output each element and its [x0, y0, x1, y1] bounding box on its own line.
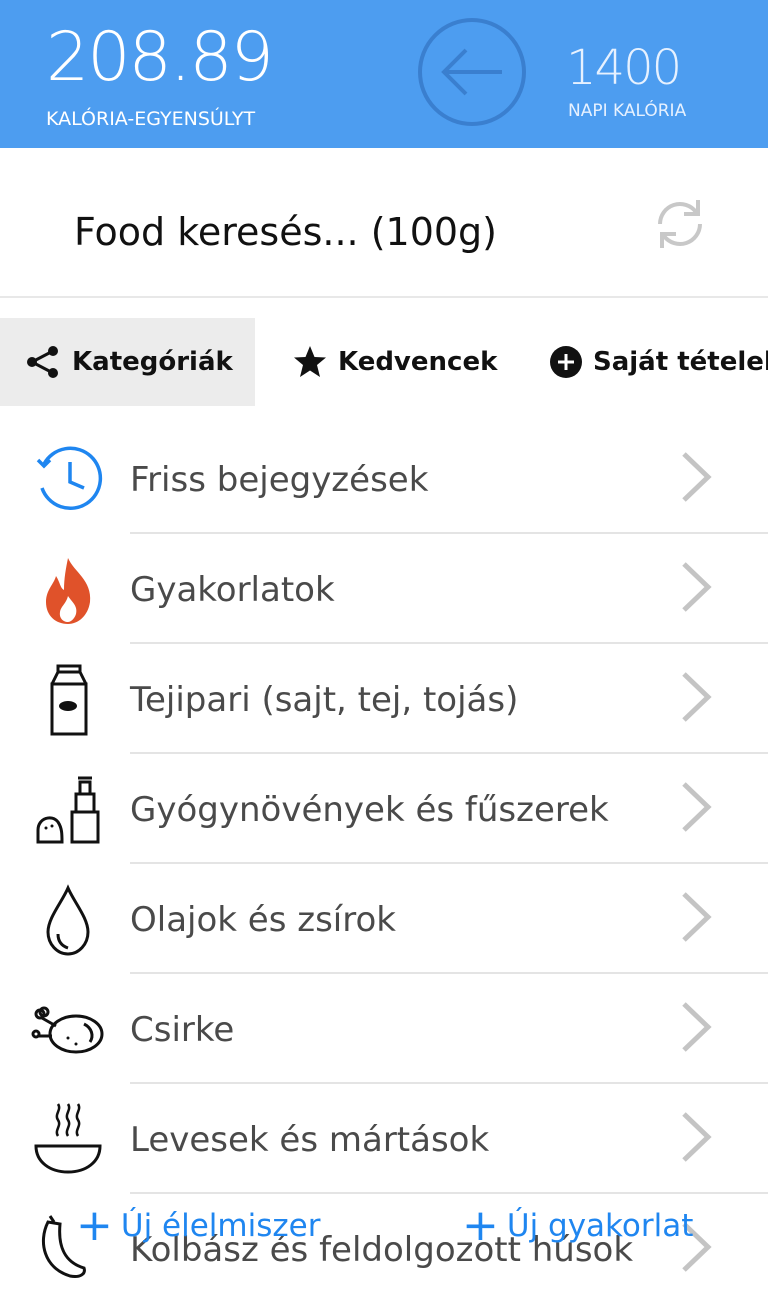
bottom-action-bar: + Új élelmiszer + Új gyakorlat [0, 1196, 768, 1280]
new-food-button[interactable]: + Új élelmiszer [76, 1204, 320, 1248]
category-label: Friss bejegyzések [130, 460, 429, 500]
chevron-right-icon [682, 892, 712, 942]
refresh-icon [658, 200, 702, 248]
category-label: Levesek és mártások [130, 1120, 490, 1160]
calorie-balance-value: 208.89 [46, 18, 274, 97]
chevron-right-icon [682, 452, 712, 502]
tab-categories[interactable]: Kategóriák [0, 318, 255, 406]
category-label: Csirke [130, 1010, 235, 1050]
tab-favorites-label: Kedvencek [338, 347, 498, 377]
history-clock-icon [36, 446, 103, 511]
milk-carton-icon [50, 664, 88, 736]
plus-icon: + [462, 1200, 499, 1251]
star-icon [292, 344, 328, 380]
chevron-right-icon [682, 782, 712, 832]
refresh-button[interactable] [650, 194, 710, 254]
share-icon [24, 343, 62, 381]
chevron-right-icon [682, 672, 712, 722]
chevron-right-icon [682, 1112, 712, 1162]
tab-own-items-label: Saját tételek [593, 347, 768, 377]
new-food-label: Új élelmiszer [120, 1208, 321, 1244]
category-label: Gyakorlatok [130, 570, 335, 610]
category-label: Olajok és zsírok [130, 900, 396, 940]
soup-bowl-icon [34, 1103, 102, 1174]
category-item-exercises[interactable]: Gyakorlatok [0, 534, 768, 644]
flame-icon [46, 558, 91, 624]
category-item-oils-fats[interactable]: Olajok és zsírok [0, 864, 768, 974]
salt-pepper-icon [36, 776, 100, 844]
new-exercise-label: Új gyakorlat [506, 1208, 694, 1244]
plus-icon: + [76, 1200, 113, 1251]
category-item-dairy[interactable]: Tejipari (sajt, tej, tojás) [0, 644, 768, 754]
category-label: Tejipari (sajt, tej, tojás) [130, 680, 519, 720]
category-item-herbs-spices[interactable]: Gyógynövények és fűszerek [0, 754, 768, 864]
food-search-input[interactable]: Food keresés... (100g) [74, 210, 497, 254]
category-label: Gyógynövények és fűszerek [130, 790, 609, 830]
category-item-recent[interactable]: Friss bejegyzések [0, 424, 768, 534]
chevron-right-icon [682, 1002, 712, 1052]
calorie-header: 208.89 KALÓRIA-EGYENSÚLYT 1400 NAPI KALÓ… [0, 0, 768, 148]
category-item-soups-sauces[interactable]: Levesek és mártások [0, 1084, 768, 1194]
tab-categories-label: Kategóriák [72, 347, 233, 377]
oil-drop-icon [46, 884, 90, 956]
roast-chicken-icon [31, 1006, 104, 1054]
arrow-left-icon [418, 18, 526, 126]
tab-favorites[interactable]: Kedvencek [292, 318, 497, 406]
plus-circle-icon [549, 345, 583, 379]
category-tabs: Kategóriák Kedvencek Saját tételek [0, 318, 768, 406]
food-search-bar[interactable]: Food keresés... (100g) [0, 148, 768, 298]
chevron-right-icon [682, 562, 712, 612]
calorie-balance-label: KALÓRIA-EGYENSÚLYT [46, 108, 256, 130]
daily-calorie-label: NAPI KALÓRIA [568, 101, 687, 121]
daily-calorie-value: 1400 [566, 40, 682, 96]
category-item-chicken[interactable]: Csirke [0, 974, 768, 1084]
back-button[interactable] [416, 16, 528, 128]
tab-own-items[interactable]: Saját tételek [549, 318, 768, 406]
new-exercise-button[interactable]: + Új gyakorlat [462, 1204, 693, 1248]
